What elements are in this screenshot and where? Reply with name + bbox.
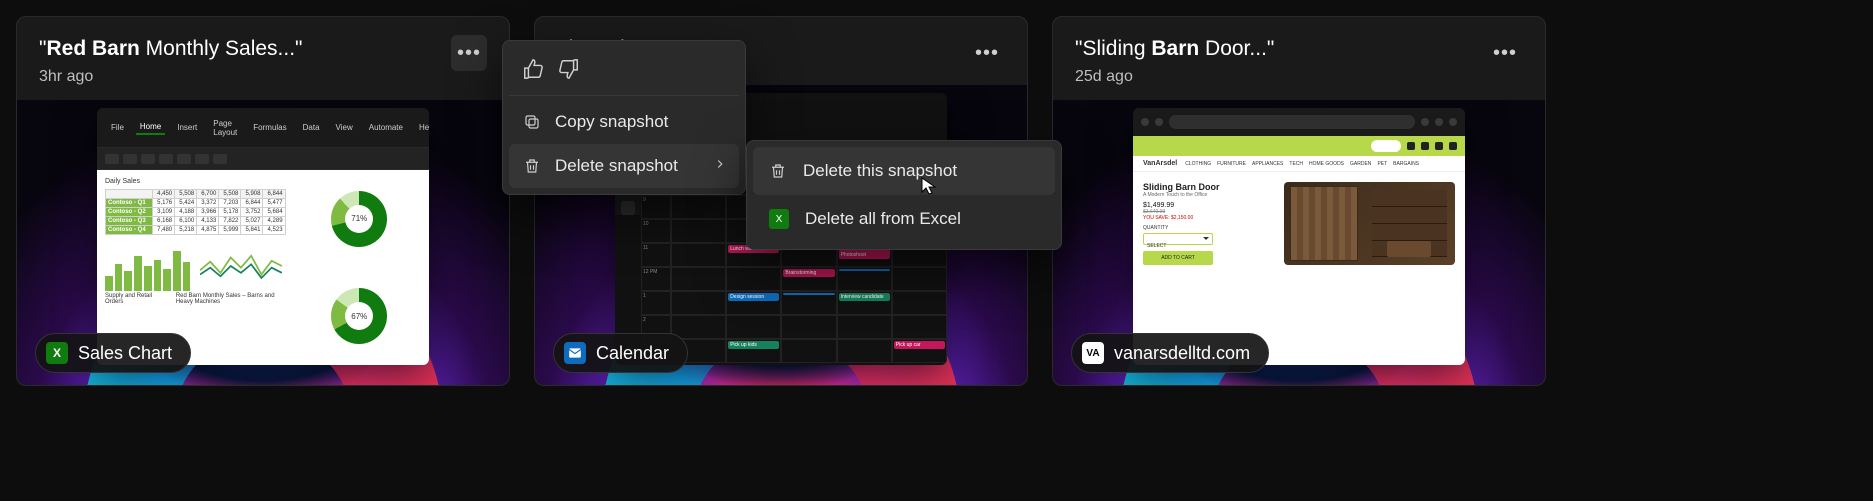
ellipsis-icon: ••• xyxy=(457,42,481,65)
card-timestamp: 3hr ago xyxy=(39,68,303,86)
snapshot-card-barn-door[interactable]: "Sliding Barn Door..." 25d ago ••• xyxy=(1052,16,1546,386)
donut-value: 67% xyxy=(351,312,367,321)
snapshot-context-menu: Copy snapshot Delete snapshot xyxy=(502,40,746,195)
more-options-button[interactable]: ••• xyxy=(969,35,1005,71)
you-save-label: YOU SAVE: xyxy=(1143,215,1170,221)
source-pill[interactable]: X Sales Chart xyxy=(35,333,191,373)
card-header: "Red Barn Monthly Sales..." 3hr ago ••• xyxy=(17,17,509,86)
webpage: VanArsdel CLOTHINGFURNITUREAPPLIANCESTEC… xyxy=(1133,136,1465,365)
sales-table: 4,4505,5086,7005,5085,9086,844 Contoso -… xyxy=(105,189,286,235)
ribbon-tab: Formulas xyxy=(249,121,290,134)
excel-icon: X xyxy=(769,209,789,229)
delete-submenu: Delete this snapshot X Delete all from E… xyxy=(746,140,1062,250)
product-tagline: A Modern Touch to the Office xyxy=(1143,192,1274,198)
copy-icon xyxy=(523,113,541,131)
donut-chart-2: 67% xyxy=(331,288,387,344)
donut-value: 71% xyxy=(351,214,367,223)
ribbon-tab: View xyxy=(332,121,357,134)
snapshot-card-red-barn[interactable]: "Red Barn Monthly Sales..." 3hr ago ••• … xyxy=(16,16,510,386)
title-bold: Barn xyxy=(1151,37,1199,60)
ellipsis-icon: ••• xyxy=(975,42,999,65)
more-options-button[interactable]: ••• xyxy=(1487,35,1523,71)
source-label: Calendar xyxy=(596,343,669,364)
product-info: Sliding Barn Door A Modern Touch to the … xyxy=(1143,182,1274,265)
delete-snapshot-item[interactable]: Delete snapshot xyxy=(509,144,739,188)
product-image xyxy=(1284,182,1455,265)
source-label: vanarsdelltd.com xyxy=(1114,343,1250,364)
cart-icon xyxy=(1449,142,1457,150)
ribbon-tab: Automate xyxy=(365,121,407,134)
qty-select: SELECT xyxy=(1143,233,1213,245)
delete-this-snapshot-item[interactable]: Delete this snapshot xyxy=(753,147,1055,195)
add-to-cart-button: ADD TO CART xyxy=(1143,251,1213,265)
source-pill[interactable]: VA vanarsdelltd.com xyxy=(1071,333,1269,373)
menu-item-label: Delete all from Excel xyxy=(805,209,961,229)
trash-icon xyxy=(769,162,787,180)
heart-icon xyxy=(1435,142,1443,150)
ribbon-tab: Page Layout xyxy=(209,117,241,139)
mini-line-chart xyxy=(200,241,285,291)
chevron-right-icon xyxy=(713,156,727,176)
title-prefix: "Sliding xyxy=(1075,37,1151,60)
source-label: Sales Chart xyxy=(78,343,172,364)
ellipsis-icon: ••• xyxy=(1493,42,1517,65)
thumbs-down-button[interactable] xyxy=(557,57,581,81)
you-save-value: $2,150.00 xyxy=(1171,215,1193,221)
ribbon-tab: Data xyxy=(299,121,324,134)
excel-ribbon-tools xyxy=(97,148,429,170)
ribbon-tab: Help xyxy=(415,121,429,134)
card-title: "Red Barn Monthly Sales..." xyxy=(39,35,303,62)
site-nav: VanArsdel CLOTHINGFURNITUREAPPLIANCESTEC… xyxy=(1133,156,1465,172)
excel-ribbon: File Home Insert Page Layout Formulas Da… xyxy=(97,108,429,148)
address-bar xyxy=(1169,115,1415,129)
menu-item-label: Copy snapshot xyxy=(555,112,668,132)
brand-logo: VanArsdel xyxy=(1143,160,1177,167)
card-title: "Sliding Barn Door..." xyxy=(1075,35,1274,62)
card-timestamp: 25d ago xyxy=(1075,68,1274,86)
chart-caption: Red Barn Monthly Sales – Barns and Heavy… xyxy=(176,293,286,305)
title-bold: Red Barn xyxy=(46,37,139,60)
thumbs-up-icon xyxy=(522,58,544,80)
feedback-row xyxy=(509,47,739,93)
thumbs-up-button[interactable] xyxy=(521,57,545,81)
delete-all-from-excel-item[interactable]: X Delete all from Excel xyxy=(753,195,1055,243)
title-rest: Monthly Sales..." xyxy=(140,37,303,60)
ribbon-tab: Insert xyxy=(173,121,201,134)
snapshot-thumbnail[interactable]: VanArsdel CLOTHINGFURNITUREAPPLIANCESTEC… xyxy=(1053,100,1545,385)
chart-caption: Supply and Retail Orders xyxy=(105,293,156,305)
source-pill[interactable]: Calendar xyxy=(553,333,688,373)
browser-window: VanArsdel CLOTHINGFURNITUREAPPLIANCESTEC… xyxy=(1133,108,1465,365)
user-icon xyxy=(1421,142,1429,150)
sheet-title: Daily Sales xyxy=(105,178,286,185)
browser-chrome xyxy=(1133,108,1465,136)
trash-icon xyxy=(523,157,541,175)
thumbs-down-icon xyxy=(558,58,580,80)
mouse-cursor-icon xyxy=(920,176,940,196)
snapshot-thumbnail[interactable]: File Home Insert Page Layout Formulas Da… xyxy=(17,100,509,385)
excel-window: File Home Insert Page Layout Formulas Da… xyxy=(97,108,429,365)
copy-snapshot-item[interactable]: Copy snapshot xyxy=(509,100,739,144)
outlook-icon xyxy=(564,342,586,364)
mini-bar-chart xyxy=(105,241,190,291)
search-icon xyxy=(1407,142,1415,150)
menu-item-label: Delete snapshot xyxy=(555,156,678,176)
card-header: "Sliding Barn Door..." 25d ago ••• xyxy=(1053,17,1545,86)
qty-label: QUANTITY xyxy=(1143,225,1274,231)
vanarsdel-icon: VA xyxy=(1082,342,1104,364)
select-label: SELECT xyxy=(1144,243,1166,249)
product-price: $1,499.99 xyxy=(1143,202,1274,209)
excel-icon: X xyxy=(46,342,68,364)
ribbon-tab: File xyxy=(107,121,128,134)
donut-chart-1: 71% xyxy=(331,191,387,247)
menu-separator xyxy=(509,95,739,96)
ribbon-tab-home: Home xyxy=(136,120,165,135)
more-options-button[interactable]: ••• xyxy=(451,35,487,71)
product-title: Sliding Barn Door xyxy=(1143,182,1274,192)
title-rest: Door..." xyxy=(1199,37,1274,60)
site-top-banner xyxy=(1133,136,1465,156)
